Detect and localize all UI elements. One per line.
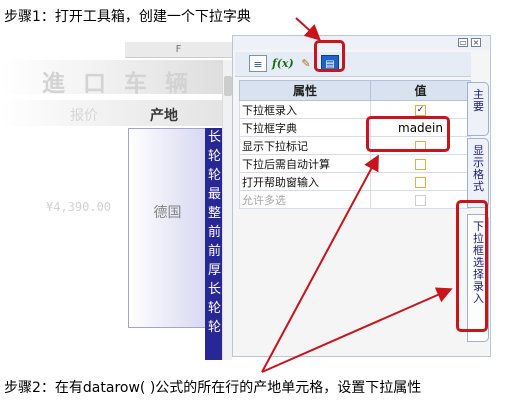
- table-row[interactable]: 下拉后需自动计算: [239, 154, 471, 173]
- row-label: 下拉框字典: [239, 118, 371, 137]
- tab-display-format[interactable]: 显示格式: [467, 138, 489, 208]
- highlight-dictionary-value: [366, 116, 450, 152]
- step1-instruction: 步骤1：打开工具箱，创建一个下拉字典: [4, 9, 251, 25]
- origin-cell-selected[interactable]: 德国: [128, 128, 207, 328]
- scrollbar-thumb[interactable]: [224, 76, 232, 96]
- column-header-f[interactable]: F: [125, 42, 232, 58]
- table-row: 允许多选: [239, 190, 471, 209]
- step2-instruction: 步骤2：在有datarow( )公式的所在行的产地单元格，设置下拉属性: [4, 380, 422, 396]
- close-icon[interactable]: ×: [471, 38, 481, 47]
- panel-toolbar: ≡ f(x) ✎ ▤: [235, 52, 471, 77]
- property-panel: ▭ × ≡ f(x) ✎ ▤ 属性 值 下拉框录入 ✓ 下拉框字典 madein…: [232, 35, 491, 357]
- highlight-dropdown-tab: [456, 200, 488, 332]
- value-column-header: 值: [370, 80, 471, 101]
- row-label: 允许多选: [239, 190, 371, 209]
- row-label: 下拉后需自动计算: [239, 154, 371, 173]
- vehicle-name-text: 长轮轮最整前前厚长轮轮: [208, 130, 222, 335]
- checkbox[interactable]: [415, 176, 426, 188]
- vertical-scrollbar[interactable]: [222, 60, 232, 360]
- row-label: 打开帮助窗输入: [239, 172, 371, 191]
- price-cell[interactable]: ¥4,390.00: [46, 200, 111, 214]
- edit-icon[interactable]: ✎: [297, 55, 315, 72]
- checkbox-disabled: [415, 194, 426, 206]
- header-origin: 产地: [150, 108, 178, 124]
- table-header-row: [0, 100, 232, 126]
- tab-display-label: 显示格式: [473, 144, 484, 193]
- highlight-dictionary-button: [314, 40, 345, 72]
- restore-icon[interactable]: ▭: [458, 38, 468, 47]
- panel-titlebar: ▭ ×: [233, 36, 490, 50]
- spreadsheet-area: F 進口车辆 报价 产地 ¥4,390.00 德国 长轮轮最整前前厚长轮轮: [0, 42, 232, 360]
- table-row[interactable]: 打开帮助窗输入: [239, 172, 471, 191]
- property-list-icon[interactable]: ≡: [249, 55, 267, 72]
- header-price: 报价: [70, 108, 98, 124]
- tab-main[interactable]: 主要: [467, 82, 489, 136]
- tab-main-label: 主要: [473, 88, 484, 113]
- property-column-header: 属性: [239, 80, 371, 101]
- checkbox[interactable]: [415, 158, 426, 170]
- checkbox-checked[interactable]: ✓: [415, 104, 426, 116]
- row-label: 下拉框录入: [239, 100, 371, 119]
- report-banner-title: 進口车辆: [42, 70, 206, 97]
- formula-icon[interactable]: f(x): [272, 55, 294, 72]
- origin-cell-value: 德国: [153, 205, 182, 221]
- row-label: 显示下拉标记: [239, 136, 371, 155]
